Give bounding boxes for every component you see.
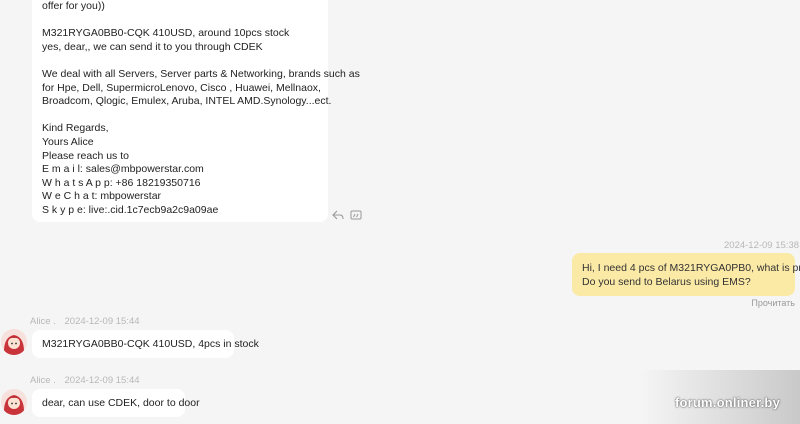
message-timestamp: 2024-12-09 15:44 bbox=[64, 375, 140, 386]
watermark: forum.onliner.by bbox=[674, 395, 780, 410]
message-text: dear, can use CDEK, door to door bbox=[42, 397, 200, 409]
sender-name: Alice . bbox=[30, 316, 56, 327]
message-bubble-outgoing: Hi, I need 4 pcs of M321RYGA0PB0, what i… bbox=[572, 253, 800, 296]
message-text: Hi, I need 4 pcs of M321RYGA0PB0, what i… bbox=[582, 262, 800, 288]
message-timestamp: 2024-12-09 15:44 bbox=[64, 316, 140, 327]
message-text: M321RYGA0BB0-CQK 410USD, 4pcs in stock bbox=[42, 338, 259, 350]
message-text: offer for you)) M321RYGA0BB0-CQK 410USD,… bbox=[42, 0, 360, 216]
avatar[interactable] bbox=[1, 389, 27, 415]
avatar-image bbox=[1, 389, 27, 415]
sender-info: Alice . 2024-12-09 15:44 bbox=[30, 375, 140, 386]
avatar-image bbox=[1, 329, 27, 355]
quote-icon[interactable] bbox=[350, 210, 362, 221]
message-timestamp: 2024-12-09 15:38 bbox=[724, 240, 800, 251]
message-actions bbox=[332, 210, 362, 221]
message-bubble-incoming: M321RYGA0BB0-CQK 410USD, 4pcs in stock bbox=[32, 330, 259, 358]
sender-info: Alice . 2024-12-09 15:44 bbox=[30, 316, 140, 327]
sender-name: Alice . bbox=[30, 375, 56, 386]
read-status: Прочитать bbox=[751, 298, 795, 308]
message-bubble-incoming: offer for you)) M321RYGA0BB0-CQK 410USD,… bbox=[32, 0, 360, 222]
reply-icon[interactable] bbox=[332, 210, 344, 221]
avatar[interactable] bbox=[1, 329, 27, 355]
message-bubble-incoming: dear, can use CDEK, door to door bbox=[32, 389, 200, 417]
